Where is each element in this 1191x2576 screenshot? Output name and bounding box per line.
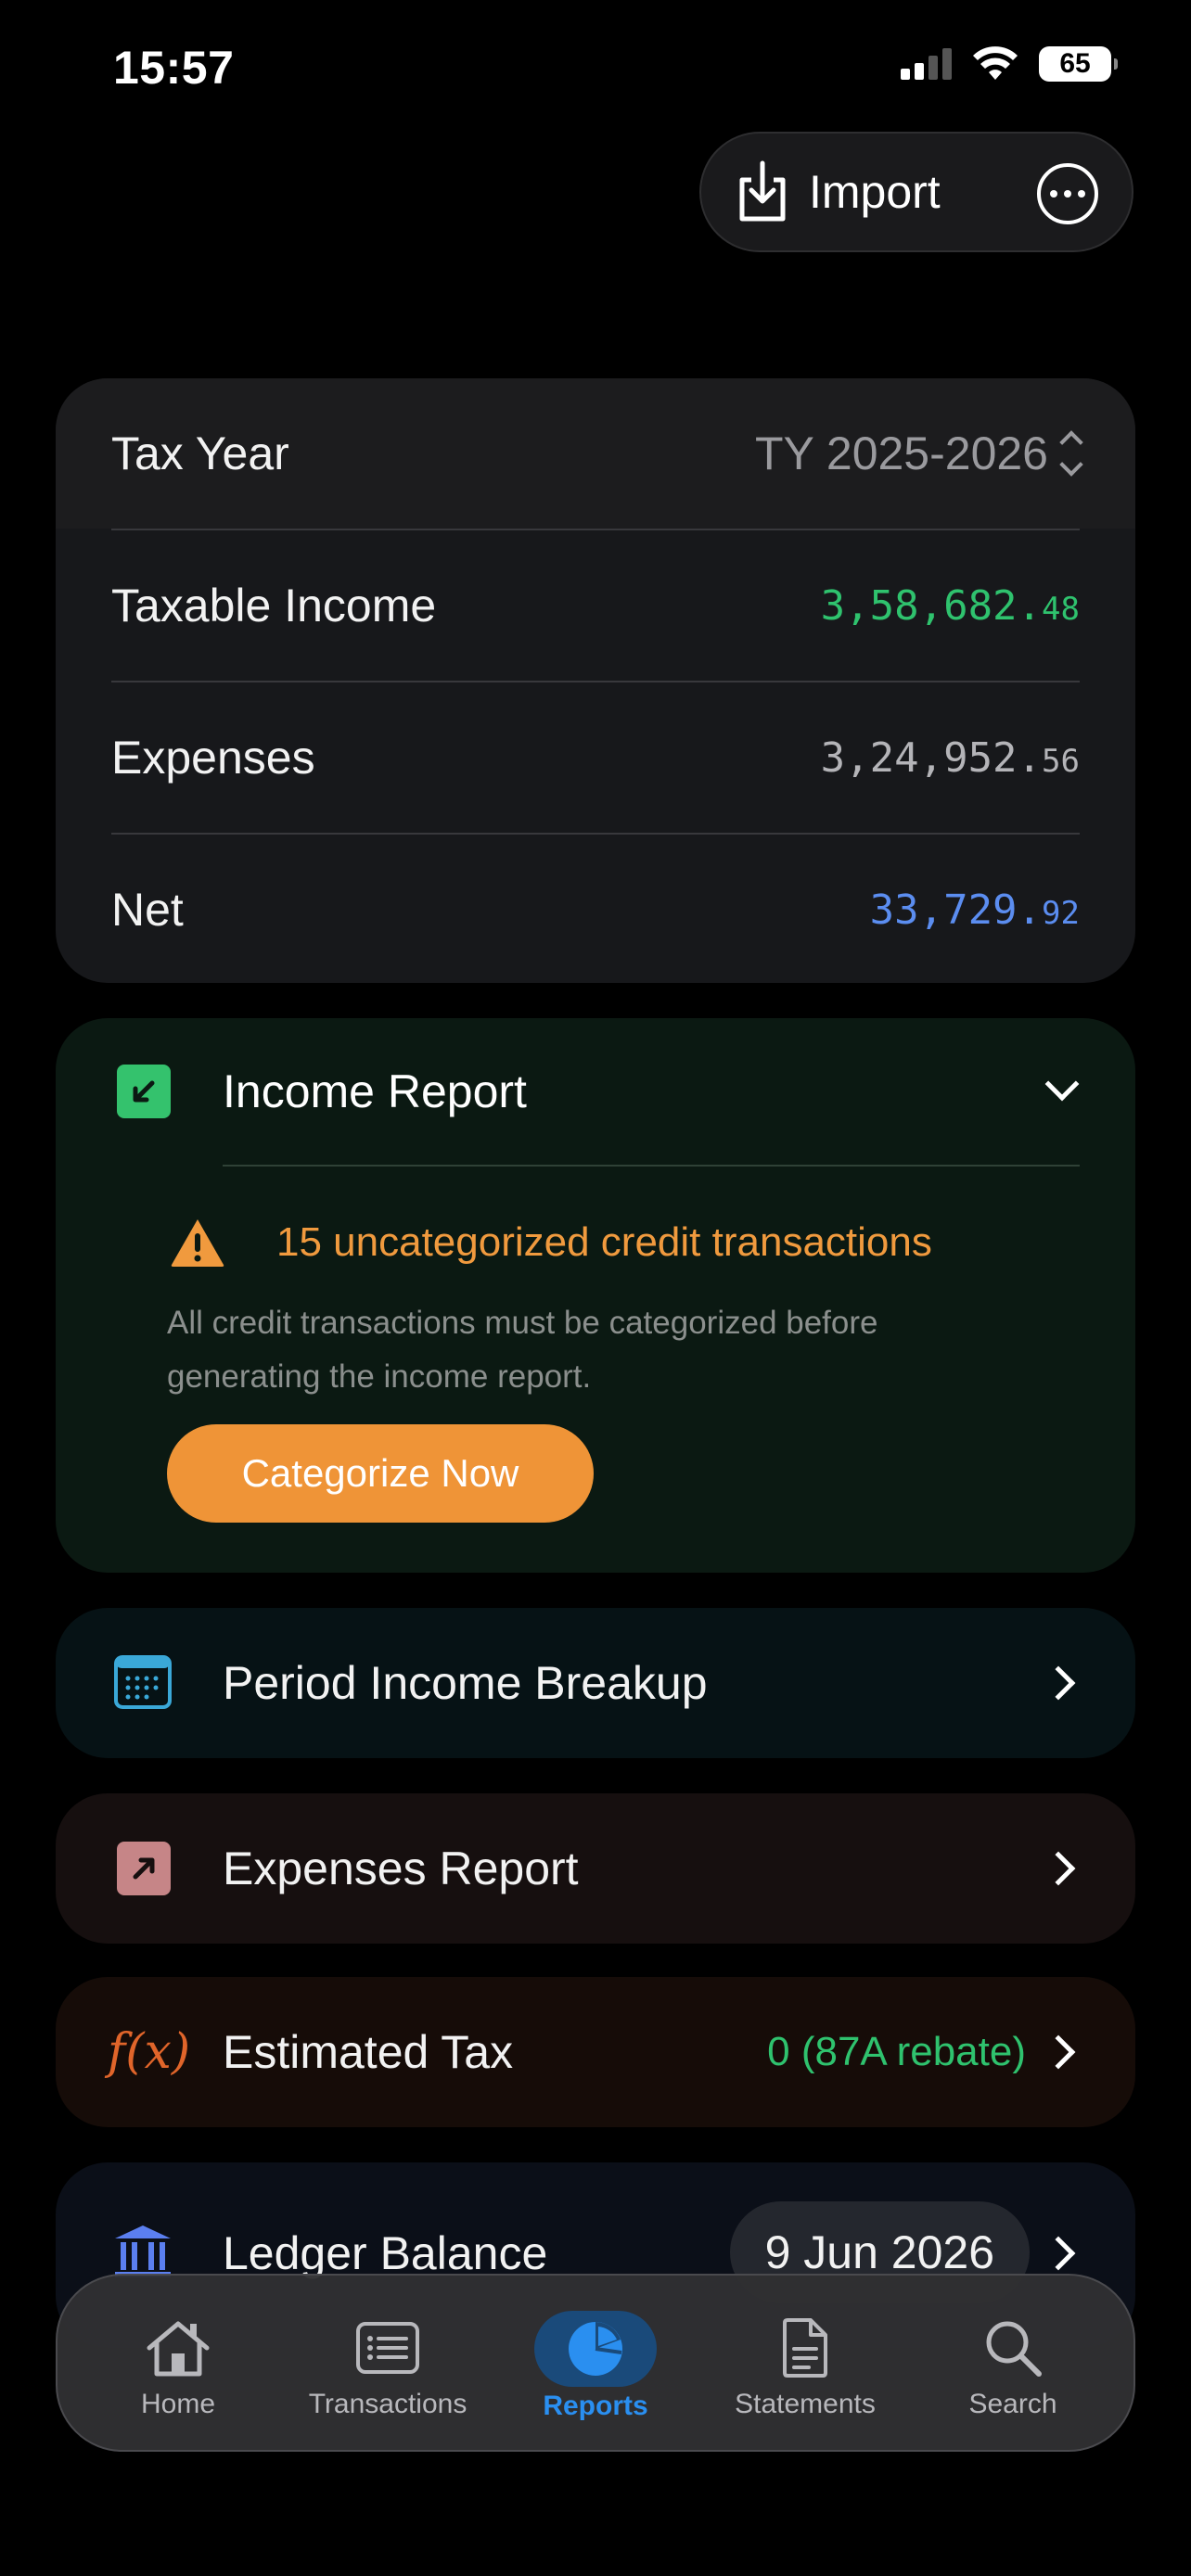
- warning-row: 15 uncategorized credit transactions: [169, 1217, 932, 1269]
- chevron-down-icon[interactable]: [1044, 1066, 1080, 1102]
- chevron-right-icon: [1041, 2236, 1076, 2271]
- import-icon: [739, 160, 786, 222]
- expenses-report-title: Expenses Report: [223, 1843, 579, 1894]
- tab-home[interactable]: Home: [85, 2276, 271, 2454]
- taxable-income-row: Taxable Income 3,58,682.48: [111, 530, 1080, 681]
- tax-year-selector[interactable]: TY 2025-2026: [755, 427, 1083, 480]
- divider: [223, 1165, 1080, 1167]
- import-label: Import: [809, 166, 941, 218]
- warning-description: All credit transactions must be categori…: [167, 1305, 878, 1395]
- net-value: 33,729.92: [869, 886, 1080, 934]
- tab-reports-label: Reports: [543, 2391, 648, 2421]
- tab-reports[interactable]: Reports: [503, 2276, 688, 2454]
- toolbar-pill: Import: [699, 132, 1133, 252]
- period-income-breakup-row[interactable]: Period Income Breakup: [56, 1608, 1135, 1758]
- house-icon: [147, 2321, 210, 2377]
- estimated-tax-value: 0 (87A rebate): [767, 2029, 1026, 2074]
- tab-transactions-label: Transactions: [308, 2389, 467, 2419]
- expenses-value: 3,24,952.56: [820, 733, 1080, 782]
- chevron-right-icon: [1041, 2034, 1076, 2070]
- categorize-now-button[interactable]: Categorize Now: [167, 1424, 594, 1523]
- warning-triangle-icon: [171, 1219, 224, 1267]
- arrow-up-right-icon: [117, 1842, 171, 1895]
- tab-bar: Home Transactions Reports Statements Sea…: [56, 2274, 1135, 2452]
- tab-search[interactable]: Search: [920, 2276, 1106, 2454]
- arrow-down-left-icon: [117, 1065, 171, 1118]
- income-report-card: Income Report 15 uncategorized credit tr…: [56, 1018, 1135, 1573]
- expenses-label: Expenses: [111, 732, 315, 784]
- expenses-row: Expenses 3,24,952.56: [111, 682, 1080, 833]
- income-report-title: Income Report: [223, 1065, 527, 1117]
- ellipsis-icon: [1050, 190, 1057, 198]
- document-icon: [783, 2318, 827, 2378]
- pie-chart-icon: [569, 2322, 622, 2376]
- more-options-button[interactable]: [1037, 163, 1098, 224]
- tax-summary-card: Tax Year TY 2025-2026 Taxable Income 3,5…: [56, 378, 1135, 983]
- estimated-tax-title: Estimated Tax: [223, 2026, 514, 2078]
- estimated-tax-row[interactable]: f(x) Estimated Tax 0 (87A rebate): [56, 1977, 1135, 2127]
- tax-year-row[interactable]: Tax Year TY 2025-2026: [56, 378, 1135, 529]
- tab-search-label: Search: [968, 2389, 1057, 2419]
- net-row: Net 33,729.92: [111, 835, 1080, 983]
- taxable-income-value: 3,58,682.48: [820, 581, 1080, 630]
- period-income-breakup-title: Period Income Breakup: [223, 1657, 708, 1709]
- chevron-right-icon: [1041, 1851, 1076, 1886]
- tax-year-label: Tax Year: [111, 427, 289, 479]
- cellular-signal-icon: [901, 48, 952, 80]
- tax-year-value: TY 2025-2026: [755, 427, 1048, 479]
- wifi-icon: [973, 46, 1018, 80]
- list-icon: [356, 2322, 419, 2374]
- taxable-income-label: Taxable Income: [111, 580, 437, 631]
- chevron-right-icon: [1041, 1665, 1076, 1701]
- chevron-up-down-icon: [1059, 430, 1083, 477]
- battery-icon: 65: [1039, 46, 1118, 82]
- bank-icon: [115, 2225, 171, 2277]
- tab-transactions[interactable]: Transactions: [295, 2276, 480, 2454]
- expenses-report-row[interactable]: Expenses Report: [56, 1793, 1135, 1944]
- calendar-icon: [114, 1655, 172, 1709]
- status-time: 15:57: [113, 42, 235, 94]
- import-button[interactable]: Import: [735, 159, 941, 224]
- function-icon: f(x): [108, 2024, 191, 2080]
- tab-home-label: Home: [140, 2389, 216, 2419]
- tab-statements-label: Statements: [735, 2389, 876, 2419]
- warning-text: 15 uncategorized credit transactions: [276, 1219, 932, 1265]
- magnifier-icon: [986, 2321, 1042, 2377]
- tab-statements[interactable]: Statements: [712, 2276, 898, 2454]
- income-report-header[interactable]: Income Report: [56, 1018, 1135, 1167]
- status-indicators: 65: [901, 46, 1118, 82]
- net-label: Net: [111, 884, 184, 936]
- ledger-balance-title: Ledger Balance: [223, 2227, 548, 2279]
